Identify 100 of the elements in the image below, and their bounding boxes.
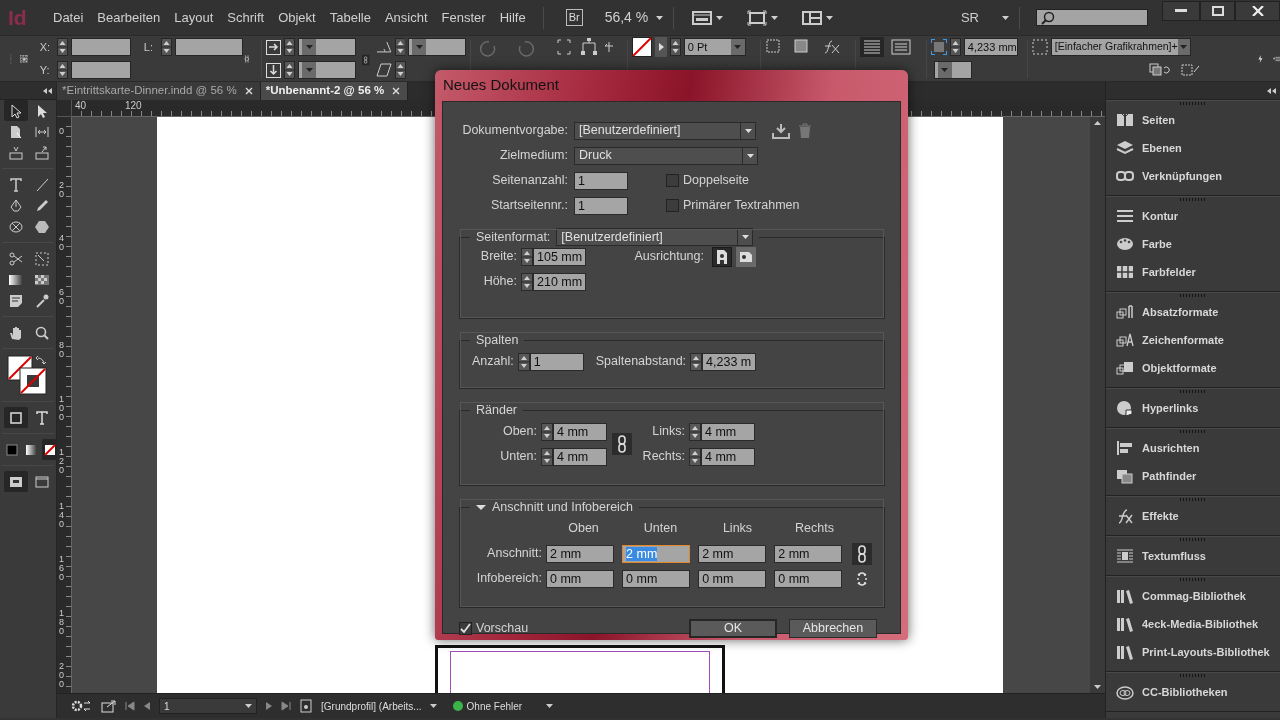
input-field[interactable] xyxy=(70,38,131,56)
panel-tab[interactable]: 4eck-Media-Bibliothek xyxy=(1142,615,1259,633)
dropdown[interactable]: [Benutzerdefiniert] xyxy=(574,121,756,140)
screen-mode-icon[interactable] xyxy=(747,9,768,26)
collapse-icon[interactable] xyxy=(42,86,52,95)
menu-item[interactable]: Fenster xyxy=(434,7,493,28)
menu-item[interactable]: Datei xyxy=(46,7,91,28)
collapse-icon[interactable] xyxy=(1266,86,1276,95)
menu-item[interactable]: Bearbeiten xyxy=(90,7,168,28)
dropdown[interactable]: Druck xyxy=(574,146,758,165)
stepper-icon[interactable] xyxy=(689,422,701,441)
input-field[interactable]: 0 mm xyxy=(774,569,843,588)
panel-tab[interactable]: Objektformate xyxy=(1142,359,1217,377)
menu-item[interactable]: Objekt xyxy=(271,7,323,28)
checkbox[interactable] xyxy=(459,622,472,635)
close-icon[interactable] xyxy=(244,87,253,95)
chain-button[interactable] xyxy=(852,542,872,565)
caret-icon[interactable] xyxy=(656,15,664,20)
caret-icon[interactable] xyxy=(1002,15,1009,20)
panel-tab[interactable]: Farbe xyxy=(1142,235,1172,253)
angle-icon[interactable] xyxy=(375,40,392,54)
panel-tab[interactable]: CC-Bibliotheken xyxy=(1142,683,1228,701)
disclosure-triangle-icon[interactable] xyxy=(476,502,486,512)
input-field[interactable]: 2 mm xyxy=(774,544,843,563)
stepper-icon[interactable] xyxy=(56,38,68,56)
stepper-icon[interactable] xyxy=(949,38,961,56)
panel-tab[interactable]: Hyperlinks xyxy=(1142,399,1199,417)
input-field[interactable]: 2 mm xyxy=(622,544,691,563)
stepper-icon[interactable] xyxy=(669,38,681,56)
input-field[interactable] xyxy=(70,61,131,79)
profile-dropdown[interactable]: [Grundprofil] (Arbeits... xyxy=(321,698,422,714)
input-field[interactable]: 4 mm xyxy=(701,422,755,441)
document-icon[interactable] xyxy=(299,699,313,713)
close-icon[interactable] xyxy=(392,87,401,95)
previous-page-icon[interactable] xyxy=(143,701,151,711)
document-tab[interactable]: *Eintrittskarte-Dinner.indd @ 56 % xyxy=(57,82,261,100)
selection-tool[interactable] xyxy=(4,100,28,121)
input-field[interactable]: 4 mm xyxy=(553,422,607,441)
input-field[interactable]: 4,233 mm xyxy=(963,38,1018,56)
text-frame-icons[interactable] xyxy=(859,37,914,57)
checkbox[interactable] xyxy=(666,199,679,212)
stepper-icon[interactable] xyxy=(394,61,406,79)
input-field[interactable]: 4 mm xyxy=(553,447,607,466)
checkbox-label[interactable]: Vorschau xyxy=(476,619,529,638)
input-field[interactable]: 1 xyxy=(574,196,628,215)
stepper-icon[interactable] xyxy=(541,422,553,441)
dropdown[interactable] xyxy=(933,61,972,79)
stepper-icon[interactable] xyxy=(284,38,296,56)
stepper-icon[interactable] xyxy=(394,38,406,56)
arrow-box-icon[interactable] xyxy=(266,62,282,78)
shear-icon[interactable] xyxy=(375,63,392,77)
export-icon[interactable] xyxy=(101,699,117,713)
menu-item[interactable]: Layout xyxy=(167,7,221,28)
panel-tab[interactable]: Absatzformate xyxy=(1142,303,1219,321)
panel-tab[interactable]: Pathfinder xyxy=(1142,467,1197,485)
preflight-status[interactable]: Ohne Fehler xyxy=(466,698,523,714)
menu-item[interactable]: Schrift xyxy=(220,7,272,28)
chain-button[interactable] xyxy=(612,433,632,455)
input-field[interactable]: 4 mm xyxy=(701,447,755,466)
panel-tab[interactable]: Ausrichten xyxy=(1142,439,1200,457)
panel-tab[interactable]: Zeichenformate xyxy=(1142,331,1224,349)
input-field[interactable]: 4,233 m xyxy=(702,352,757,371)
panel-tab[interactable]: Farbfelder xyxy=(1142,263,1196,281)
menu-item[interactable]: Ansicht xyxy=(377,7,435,28)
dialog-button[interactable]: OK xyxy=(689,619,777,638)
portrait-button[interactable] xyxy=(712,246,732,267)
input-field[interactable]: 1 xyxy=(529,352,584,371)
dropdown[interactable] xyxy=(298,38,357,56)
stepper-icon[interactable] xyxy=(56,61,68,79)
dropdown[interactable] xyxy=(408,38,466,56)
input-field[interactable]: 1 xyxy=(574,171,628,190)
panel-tab[interactable]: Print-Layouts-Bibliothek xyxy=(1142,643,1270,661)
input-field[interactable]: 0 mm xyxy=(546,569,615,588)
zoom-level[interactable]: 56,4 % xyxy=(604,7,649,28)
checkbox[interactable] xyxy=(666,174,679,187)
input-field[interactable] xyxy=(174,38,243,56)
stepper-icon[interactable] xyxy=(690,352,703,371)
input-field[interactable]: 2 mm xyxy=(546,544,615,563)
style-icons[interactable] xyxy=(1147,62,1202,78)
panel-tab[interactable]: Commag-Bibliothek xyxy=(1142,587,1246,605)
panel-tab[interactable]: Verknüpfungen xyxy=(1142,167,1223,185)
stepper-icon[interactable] xyxy=(541,447,553,466)
input-field[interactable]: 0 mm xyxy=(698,569,767,588)
page-field[interactable]: 1 xyxy=(159,698,257,714)
apply-none-button[interactable] xyxy=(42,439,58,460)
gear-icon[interactable] xyxy=(71,699,93,713)
stepper-icon[interactable] xyxy=(521,247,533,266)
dotted-frame-icon[interactable] xyxy=(1031,39,1048,55)
stepper-icon[interactable] xyxy=(160,38,172,56)
document-tab[interactable]: *Unbenannt-2 @ 56 % xyxy=(260,82,409,100)
search-field[interactable] xyxy=(1036,9,1148,26)
minimize-button[interactable] xyxy=(1162,0,1200,21)
checkbox-label[interactable]: Primärer Textrahmen xyxy=(683,196,800,215)
save-preset-icon[interactable] xyxy=(772,122,790,139)
input-field[interactable]: 2 mm xyxy=(698,544,767,563)
input-field[interactable]: 210 mm xyxy=(533,272,586,291)
panel-tab[interactable]: Ebenen xyxy=(1142,139,1182,157)
view-options-icon[interactable] xyxy=(692,9,713,26)
last-page-icon[interactable] xyxy=(281,701,291,711)
panel-tab[interactable]: Seiten xyxy=(1142,111,1175,129)
